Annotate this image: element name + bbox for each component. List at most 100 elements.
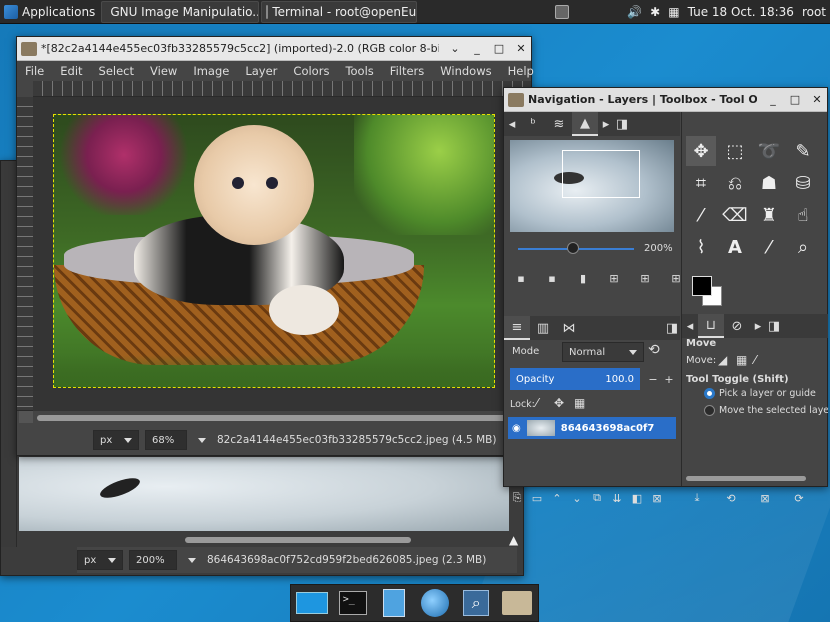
tab-device-status[interactable]: ⊘ bbox=[724, 314, 750, 338]
menu-view[interactable]: View bbox=[142, 64, 185, 78]
layer-row[interactable]: ◉ 864643698ac0f7 bbox=[508, 417, 676, 439]
delete-preset-icon[interactable]: ⊠ bbox=[756, 490, 774, 506]
transform-tool-icon[interactable]: ⎌ bbox=[720, 168, 750, 198]
move-selection-icon[interactable]: ▦ bbox=[736, 353, 747, 367]
menu-tools[interactable]: Tools bbox=[337, 64, 381, 78]
mode-select[interactable]: Normal bbox=[562, 342, 644, 362]
tab-config-icon[interactable]: ◨ bbox=[766, 314, 782, 338]
merge-layer-icon[interactable]: ⇊ bbox=[608, 490, 626, 506]
option-pick-layer[interactable]: Pick a layer or guide bbox=[704, 388, 816, 399]
minimize-icon[interactable]: _ bbox=[471, 42, 483, 55]
menu-icon[interactable]: ⌄ bbox=[449, 42, 461, 55]
navigate-icon[interactable]: ▲ bbox=[509, 533, 518, 547]
duplicate-layer-icon[interactable]: ⧉ bbox=[588, 490, 606, 506]
mask-layer-icon[interactable]: ◧ bbox=[628, 490, 646, 506]
tab-scroll-left-icon[interactable]: ◂ bbox=[682, 314, 698, 338]
menu-help[interactable]: Help bbox=[500, 64, 542, 78]
volume-icon[interactable]: 🔊 bbox=[623, 1, 646, 23]
menu-filters[interactable]: Filters bbox=[382, 64, 432, 78]
tab-layers[interactable]: ≡ bbox=[504, 316, 530, 340]
tool-options-scrollbar[interactable] bbox=[686, 476, 806, 481]
menu-select[interactable]: Select bbox=[91, 64, 142, 78]
tab-paths[interactable]: ⋈ bbox=[556, 316, 582, 340]
web-browser-icon[interactable] bbox=[419, 586, 452, 620]
zoom-in-icon[interactable]: ▪ bbox=[543, 270, 561, 286]
move-path-icon[interactable]: ⁄ bbox=[754, 353, 756, 367]
visibility-eye-icon[interactable]: ◉ bbox=[512, 423, 521, 434]
zoom-out-icon[interactable]: ▪ bbox=[512, 270, 530, 286]
menu-file[interactable]: File bbox=[17, 64, 52, 78]
taskbar-item-gimp[interactable]: GNU Image Manipulatio... bbox=[101, 0, 260, 23]
menu-layer[interactable]: Layer bbox=[237, 64, 285, 78]
warp-tool-icon[interactable]: ☗ bbox=[754, 168, 784, 198]
radio-unselected[interactable] bbox=[704, 405, 715, 416]
paths-tool-icon[interactable]: ⌇ bbox=[686, 232, 716, 262]
opacity-plus-icon[interactable]: + bbox=[660, 371, 678, 387]
tab-tool-options[interactable]: ⊔ bbox=[698, 314, 724, 338]
lock-position-icon[interactable]: ✥ bbox=[554, 396, 564, 410]
notification-icon[interactable]: ✱ bbox=[646, 1, 664, 23]
taskbar-item-terminal[interactable]: Terminal - root@openEu... bbox=[261, 0, 418, 23]
file-manager-icon[interactable] bbox=[377, 586, 410, 620]
canvas-area[interactable] bbox=[33, 97, 531, 411]
tab-layers-stack[interactable]: ≋ bbox=[546, 112, 572, 136]
minimize-icon[interactable]: _ bbox=[767, 93, 779, 106]
close-icon[interactable]: ✕ bbox=[811, 93, 823, 106]
zoom-select[interactable]: 200% bbox=[129, 550, 177, 570]
clock[interactable]: Tue 18 Oct. 18:36 bbox=[684, 1, 798, 23]
rect-select-tool-icon[interactable]: ⬚ bbox=[720, 136, 750, 166]
zoom-tool-icon[interactable]: ⌕ bbox=[788, 232, 818, 262]
terminal-launcher-icon[interactable]: >_ bbox=[336, 586, 369, 620]
opacity-field[interactable]: Opacity 100.0 bbox=[510, 368, 640, 390]
menu-image[interactable]: Image bbox=[185, 64, 237, 78]
tab-config-icon[interactable]: ◨ bbox=[614, 112, 630, 136]
fit-window-icon[interactable]: ⊞ bbox=[636, 270, 654, 286]
zoom-dropdown-button[interactable] bbox=[193, 432, 211, 448]
zoom-dropdown-button[interactable] bbox=[183, 552, 201, 568]
delete-layer-icon[interactable]: ⊠ bbox=[648, 490, 666, 506]
navigate-corner-button[interactable] bbox=[19, 411, 33, 423]
lower-layer-icon[interactable]: ⌄ bbox=[568, 490, 586, 506]
menu-edit[interactable]: Edit bbox=[52, 64, 90, 78]
new-layer-icon[interactable]: ⎘ bbox=[508, 490, 526, 506]
horizontal-scrollbar[interactable] bbox=[37, 415, 525, 421]
horizontal-scrollbar[interactable] bbox=[185, 537, 411, 543]
move-tool-icon[interactable]: ✥ bbox=[686, 136, 716, 166]
folder-icon[interactable] bbox=[501, 586, 534, 620]
tab-undo-history[interactable]: ᵇ bbox=[520, 112, 546, 136]
foreground-color-swatch[interactable] bbox=[692, 276, 712, 296]
app-finder-icon[interactable]: ⌕ bbox=[460, 586, 493, 620]
mode-reset-icon[interactable]: ⟲ bbox=[648, 342, 660, 358]
image-canvas[interactable] bbox=[53, 114, 495, 388]
smudge-tool-icon[interactable]: ☝ bbox=[788, 200, 818, 230]
radio-selected[interactable] bbox=[704, 388, 715, 399]
eraser-tool-icon[interactable]: ⌫ bbox=[720, 200, 750, 230]
maximize-icon[interactable]: □ bbox=[789, 93, 801, 106]
unit-select[interactable]: px bbox=[77, 550, 123, 570]
user-menu[interactable]: root bbox=[798, 1, 830, 23]
reset-options-icon[interactable]: ⟳ bbox=[790, 490, 808, 506]
fit-image-icon[interactable]: ⊞ bbox=[605, 270, 623, 286]
restore-preset-icon[interactable]: ⟲ bbox=[722, 490, 740, 506]
text-tool-icon[interactable]: A bbox=[720, 232, 750, 262]
tab-channels[interactable]: ▥ bbox=[530, 316, 556, 340]
lock-alpha-icon[interactable]: ▦ bbox=[574, 396, 585, 410]
clone-tool-icon[interactable]: ♜ bbox=[754, 200, 784, 230]
show-desktop-icon[interactable] bbox=[295, 586, 328, 620]
tab-scroll-left-icon[interactable]: ◂ bbox=[504, 112, 520, 136]
close-icon[interactable]: ✕ bbox=[515, 42, 527, 55]
navigation-preview[interactable] bbox=[510, 140, 674, 232]
zoom-100-icon[interactable]: ▮ bbox=[574, 270, 592, 286]
new-group-icon[interactable]: ▭ bbox=[528, 490, 546, 506]
zoom-select[interactable]: 68% bbox=[145, 430, 187, 450]
tab-config-icon[interactable]: ◨ bbox=[664, 316, 680, 340]
paintbrush-tool-icon[interactable]: ⁄ bbox=[686, 200, 716, 230]
menu-colors[interactable]: Colors bbox=[285, 64, 337, 78]
color-picker-tool-icon[interactable]: ⁄ bbox=[754, 232, 784, 262]
menu-windows[interactable]: Windows bbox=[432, 64, 499, 78]
tab-scroll-right-icon[interactable]: ▸ bbox=[598, 112, 614, 136]
lock-pixels-icon[interactable]: ⁄ bbox=[536, 396, 538, 410]
maximize-icon[interactable]: □ bbox=[493, 42, 505, 55]
navigation-viewport-box[interactable] bbox=[562, 150, 640, 198]
applications-menu[interactable]: Applications bbox=[0, 1, 99, 23]
